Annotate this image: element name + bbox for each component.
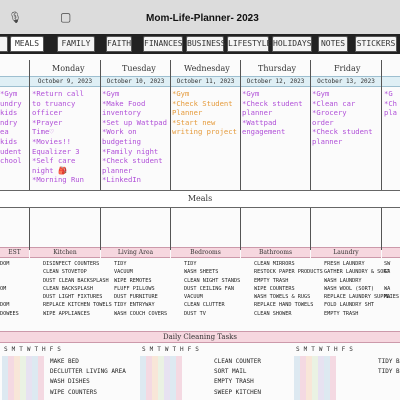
day-header-friday: Friday	[334, 64, 361, 73]
task-list-monday[interactable]: *Return call to truancy officer *Prayer Time…	[32, 89, 84, 185]
weekday-letters-1: SMTWTHFS	[4, 346, 65, 353]
tab-meals[interactable]: MEALS	[10, 36, 44, 52]
title-bar: 🎙 ▢ Mom-Life-Planner- 2023 ⌄	[0, 0, 400, 34]
microphone-icon[interactable]: 🎙	[8, 11, 22, 24]
tab-holidays[interactable]: HOLIDAYS	[272, 36, 312, 52]
column-divider	[381, 60, 382, 250]
zone-list-living-area[interactable]: Tidy Vacuum Wipe Remotes Fluff Pillows Dust …	[114, 260, 167, 318]
zone-list-partial-left: DOM OM DOM DOWEES	[0, 261, 19, 317]
column-divider	[240, 60, 241, 250]
zone-header-living-area: Living Area	[101, 247, 170, 258]
zone-list-partial-right: SW GA WA MA	[384, 261, 391, 301]
date-bar-partial	[0, 76, 29, 87]
zone-list-bathrooms[interactable]: Clean Mirrors Restock Paper Products Empty…	[254, 260, 323, 318]
day-header-wednesday: Wednesday	[184, 64, 230, 73]
zone-header-laundry: Laundry	[311, 247, 381, 258]
task-list-friday[interactable]: *Gym *Clean car *Grocery order *Check studen…	[312, 89, 373, 147]
zone-header-kitchen: Kitchen	[30, 247, 100, 258]
checkbox-stripes-1[interactable]	[2, 356, 44, 400]
task-list-partial-left: *Gym undry kids ndry ea kids udent chool	[0, 89, 22, 166]
date-wednesday: October 11, 2023	[171, 76, 240, 87]
task-list-thursday[interactable]: *Gym *Check student planner *Wattpad engagem…	[242, 89, 303, 137]
date-bar-partial-right	[382, 76, 400, 87]
tab-family[interactable]: FAMILY	[57, 36, 95, 52]
checkbox-stripes-2[interactable]	[140, 356, 182, 400]
task-list-wednesday[interactable]: *Gym *Check Student Planner *Start new writi…	[172, 89, 237, 137]
date-monday: October 9, 2023	[30, 76, 100, 87]
day-header-tuesday: Tuesday	[122, 64, 156, 73]
daily-task-list-2[interactable]: Clean Counter Sort Mail Empty Trash Sweep K…	[214, 357, 261, 398]
document-title[interactable]: Mom-Life-Planner- 2023	[146, 13, 259, 24]
tab-stickers[interactable]: STICKERS	[355, 36, 397, 52]
column-divider	[29, 60, 30, 250]
daily-cleaning-header: Daily Cleaning Tasks	[0, 331, 400, 343]
tab-lifestyle[interactable]: LIFESTYLE	[227, 36, 271, 52]
date-friday: October 13, 2023	[311, 76, 381, 87]
planner-tab-bar: MEALS FAMILY FAITH FINANCES BUSINESS LIF…	[0, 34, 400, 54]
tab-finances[interactable]: FINANCES	[143, 36, 183, 52]
daily-task-list-1[interactable]: Make Bed Declutter Living Area Wash Dishes…	[50, 357, 126, 398]
zone-header-bathrooms: Bathrooms	[241, 247, 310, 258]
zone-header-partial-right	[382, 247, 400, 258]
column-divider	[170, 60, 171, 250]
tab-partial-left[interactable]	[0, 36, 8, 52]
zone-list-bedrooms[interactable]: Tidy Wash Sheets Clean Night Stands Dust Ce…	[184, 260, 240, 318]
tab-business[interactable]: BUSINESS	[186, 36, 226, 52]
day-header-thursday: Thursday	[258, 64, 296, 73]
daily-task-list-3[interactable]: Tidy BatTidy Bed	[378, 357, 400, 377]
date-thursday: October 12, 2023	[241, 76, 310, 87]
checkbox-stripes-3[interactable]	[294, 356, 336, 400]
column-divider	[100, 60, 101, 250]
zone-header-bedrooms: Bedrooms	[171, 247, 240, 258]
planner-page: *Gym undry kids ndry ea kids udent chool Monday…	[0, 54, 400, 400]
day-header-monday: Monday	[52, 64, 85, 73]
chevron-down-icon[interactable]: ⌄	[246, 12, 254, 23]
sidebar-toggle-icon[interactable]: ▢	[60, 10, 71, 24]
task-list-partial-right: *G *Ch pla	[384, 89, 397, 118]
zone-list-kitchen[interactable]: Disinfect Counters Clean Stovetop Dust Cle…	[43, 260, 112, 318]
column-divider	[310, 60, 311, 250]
task-list-tuesday[interactable]: *Gym *Make Food inventory *Set up Wattpad *W…	[102, 89, 167, 185]
weekday-letters-2: SMTWTHFS	[142, 346, 203, 353]
meals-label: Meals	[187, 194, 213, 203]
zone-header-partial-left: EST	[0, 247, 29, 258]
weekday-letters-3: SMTWTHFS	[296, 346, 357, 353]
tab-faith[interactable]: FAITH	[106, 36, 132, 52]
date-tuesday: October 10, 2023	[101, 76, 170, 87]
tab-notes[interactable]: NOTES	[318, 36, 348, 52]
